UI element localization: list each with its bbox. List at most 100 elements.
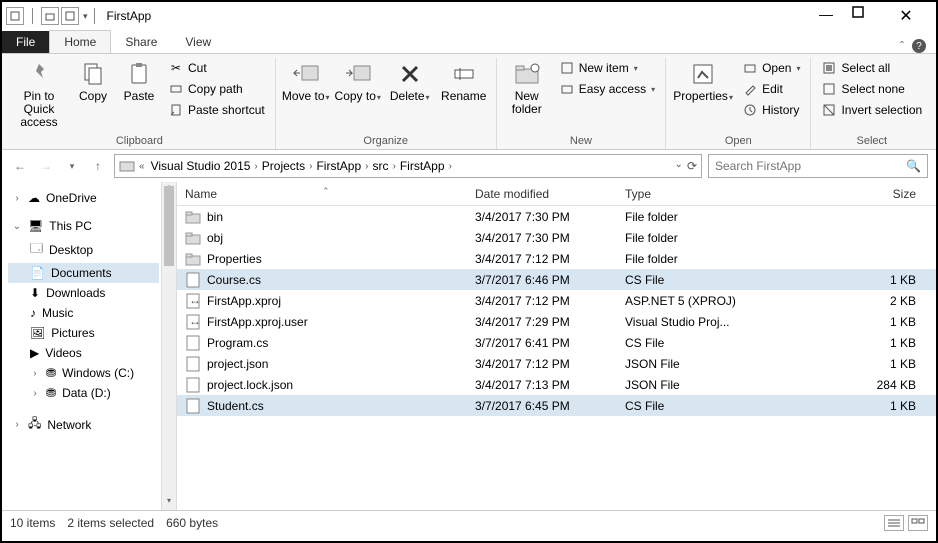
chevron-left-icon[interactable]: « (139, 161, 145, 172)
copy-path-button[interactable]: Copy path (164, 79, 269, 99)
address-bar[interactable]: « Visual Studio 2015›Projects›FirstApp›s… (114, 154, 702, 178)
breadcrumb-item[interactable]: Projects (258, 159, 309, 173)
sidebar-item-music[interactable]: ♪Music (8, 303, 159, 323)
share-tab[interactable]: Share (111, 31, 171, 53)
view-tab[interactable]: View (171, 31, 225, 53)
search-box[interactable]: 🔍 (708, 154, 928, 178)
file-row[interactable]: Student.cs3/7/2017 6:45 PMCS File1 KB (177, 395, 936, 416)
select-all-button[interactable]: Select all (817, 58, 926, 78)
search-input[interactable] (715, 159, 906, 173)
details-view-button[interactable] (884, 515, 904, 531)
file-size-cell: 1 KB (757, 336, 936, 350)
file-row[interactable]: Course.cs3/7/2017 6:46 PMCS File1 KB (177, 269, 936, 290)
column-name[interactable]: Name ⌃ (177, 187, 467, 201)
scrollbar-thumb[interactable] (164, 186, 174, 266)
file-row[interactable]: ↔FirstApp.xproj3/4/2017 7:12 PMASP.NET 5… (177, 290, 936, 311)
invert-label: Invert selection (841, 103, 922, 117)
paste-button[interactable]: Paste (118, 58, 160, 103)
open-button[interactable]: Open▾ (738, 58, 804, 78)
file-name-cell: project.lock.json (177, 377, 467, 393)
qat-customize-icon[interactable] (61, 7, 79, 25)
sidebar-scrollbar[interactable]: ▴ ▾ (161, 182, 176, 510)
help-icon[interactable]: ? (912, 39, 926, 53)
file-row[interactable]: Program.cs3/7/2017 6:41 PMCS File1 KB (177, 332, 936, 353)
sidebar-item-c-drive[interactable]: ›⛃Windows (C:) (8, 363, 159, 383)
cut-button[interactable]: ✂Cut (164, 58, 269, 78)
file-date-cell: 3/4/2017 7:13 PM (467, 378, 617, 392)
file-row[interactable]: Properties3/4/2017 7:12 PMFile folder (177, 248, 936, 269)
folder-icon (185, 251, 201, 267)
home-tab[interactable]: Home (49, 30, 111, 53)
pin-to-quick-access-button[interactable]: Pin to Quick access (10, 58, 68, 130)
file-row[interactable]: project.json3/4/2017 7:12 PMJSON File1 K… (177, 353, 936, 374)
copy-to-button[interactable]: Copy to▾ (334, 58, 382, 103)
navigation-pane: ›☁OneDrive ⌄🖥This PC 🗔 Desktop 📄Documents… (2, 182, 177, 510)
maximize-button[interactable] (852, 6, 880, 26)
breadcrumb-item[interactable]: Visual Studio 2015 (147, 159, 255, 173)
history-button[interactable]: History (738, 100, 804, 120)
recent-locations-button[interactable]: ▾ (62, 156, 82, 176)
qat-properties-icon[interactable] (6, 7, 24, 25)
chevron-right-icon[interactable]: › (30, 368, 40, 379)
address-dropdown-icon[interactable]: ⌄ (675, 159, 683, 173)
large-icons-view-button[interactable] (908, 515, 928, 531)
chevron-down-icon[interactable]: ⌄ (12, 221, 22, 232)
file-row[interactable]: ↔FirstApp.xproj.user3/4/2017 7:29 PMVisu… (177, 311, 936, 332)
file-row[interactable]: bin3/4/2017 7:30 PMFile folder (177, 206, 936, 227)
sidebar-item-onedrive[interactable]: ›☁OneDrive (8, 188, 159, 208)
qat-new-folder-icon[interactable] (41, 7, 59, 25)
chevron-right-icon[interactable]: › (30, 388, 40, 399)
sidebar-item-documents[interactable]: 📄Documents (8, 263, 159, 283)
breadcrumb-item[interactable]: FirstApp (312, 159, 365, 173)
up-button[interactable]: ↑ (88, 156, 108, 176)
status-bytes: 660 bytes (166, 516, 218, 530)
forward-button[interactable]: → (36, 156, 56, 176)
column-date[interactable]: Date modified (467, 187, 617, 201)
delete-button[interactable]: Delete▾ (386, 58, 434, 103)
svg-text:↔: ↔ (189, 293, 201, 307)
sidebar-item-network[interactable]: ›🖧Network (8, 411, 159, 438)
file-row[interactable]: project.lock.json3/4/2017 7:13 PMJSON Fi… (177, 374, 936, 395)
file-name: Student.cs (207, 399, 264, 413)
chevron-right-icon[interactable]: › (12, 193, 22, 204)
qat-dropdown-icon[interactable]: ▾ (83, 11, 88, 22)
desktop-label: Desktop (49, 243, 93, 257)
edit-button[interactable]: Edit (738, 79, 804, 99)
chevron-right-icon[interactable]: › (12, 419, 22, 430)
file-name-cell: ↔FirstApp.xproj (177, 293, 467, 309)
file-date-cell: 3/4/2017 7:12 PM (467, 294, 617, 308)
chevron-right-icon[interactable]: › (449, 161, 452, 172)
sidebar-item-videos[interactable]: ▶Videos (8, 343, 159, 363)
new-item-button[interactable]: New item▾ (555, 58, 659, 78)
file-row[interactable]: obj3/4/2017 7:30 PMFile folder (177, 227, 936, 248)
sidebar-item-desktop[interactable]: 🗔 Desktop (8, 236, 159, 263)
copy-button[interactable]: Copy (72, 58, 114, 103)
breadcrumb-item[interactable]: src (369, 159, 393, 173)
sidebar-item-this-pc[interactable]: ⌄🖥This PC (8, 216, 159, 236)
desktop-icon: 🗔 (30, 239, 43, 260)
rename-button[interactable]: Rename (438, 58, 490, 103)
back-button[interactable]: ← (10, 156, 30, 176)
column-type[interactable]: Type (617, 187, 757, 201)
new-folder-button[interactable]: New folder (503, 58, 551, 116)
breadcrumb-item[interactable]: FirstApp (396, 159, 449, 173)
sidebar-item-d-drive[interactable]: ›⛃Data (D:) (8, 383, 159, 403)
column-size[interactable]: Size (757, 187, 936, 201)
properties-button[interactable]: Properties▾ (672, 58, 734, 103)
scroll-down-icon[interactable]: ▾ (162, 496, 176, 510)
sidebar-item-pictures[interactable]: 🖼Pictures (8, 323, 159, 343)
paste-shortcut-button[interactable]: Paste shortcut (164, 100, 269, 120)
proj-icon: ↔ (185, 293, 201, 309)
new-group: New folder New item▾ Easy access▾ New (497, 58, 666, 149)
invert-selection-button[interactable]: Invert selection (817, 100, 926, 120)
refresh-button[interactable]: ⟳ (687, 159, 697, 173)
file-tab[interactable]: File (2, 31, 49, 53)
file-rows[interactable]: bin3/4/2017 7:30 PMFile folderobj3/4/201… (177, 206, 936, 510)
minimize-button[interactable]: — (812, 6, 840, 26)
sidebar-item-downloads[interactable]: ⬇Downloads (8, 283, 159, 303)
easy-access-button[interactable]: Easy access▾ (555, 79, 659, 99)
minimize-ribbon-icon[interactable]: ˆ (900, 39, 904, 53)
close-button[interactable]: ✕ (892, 6, 920, 26)
move-to-button[interactable]: Move to▾ (282, 58, 330, 103)
select-none-button[interactable]: Select none (817, 79, 926, 99)
